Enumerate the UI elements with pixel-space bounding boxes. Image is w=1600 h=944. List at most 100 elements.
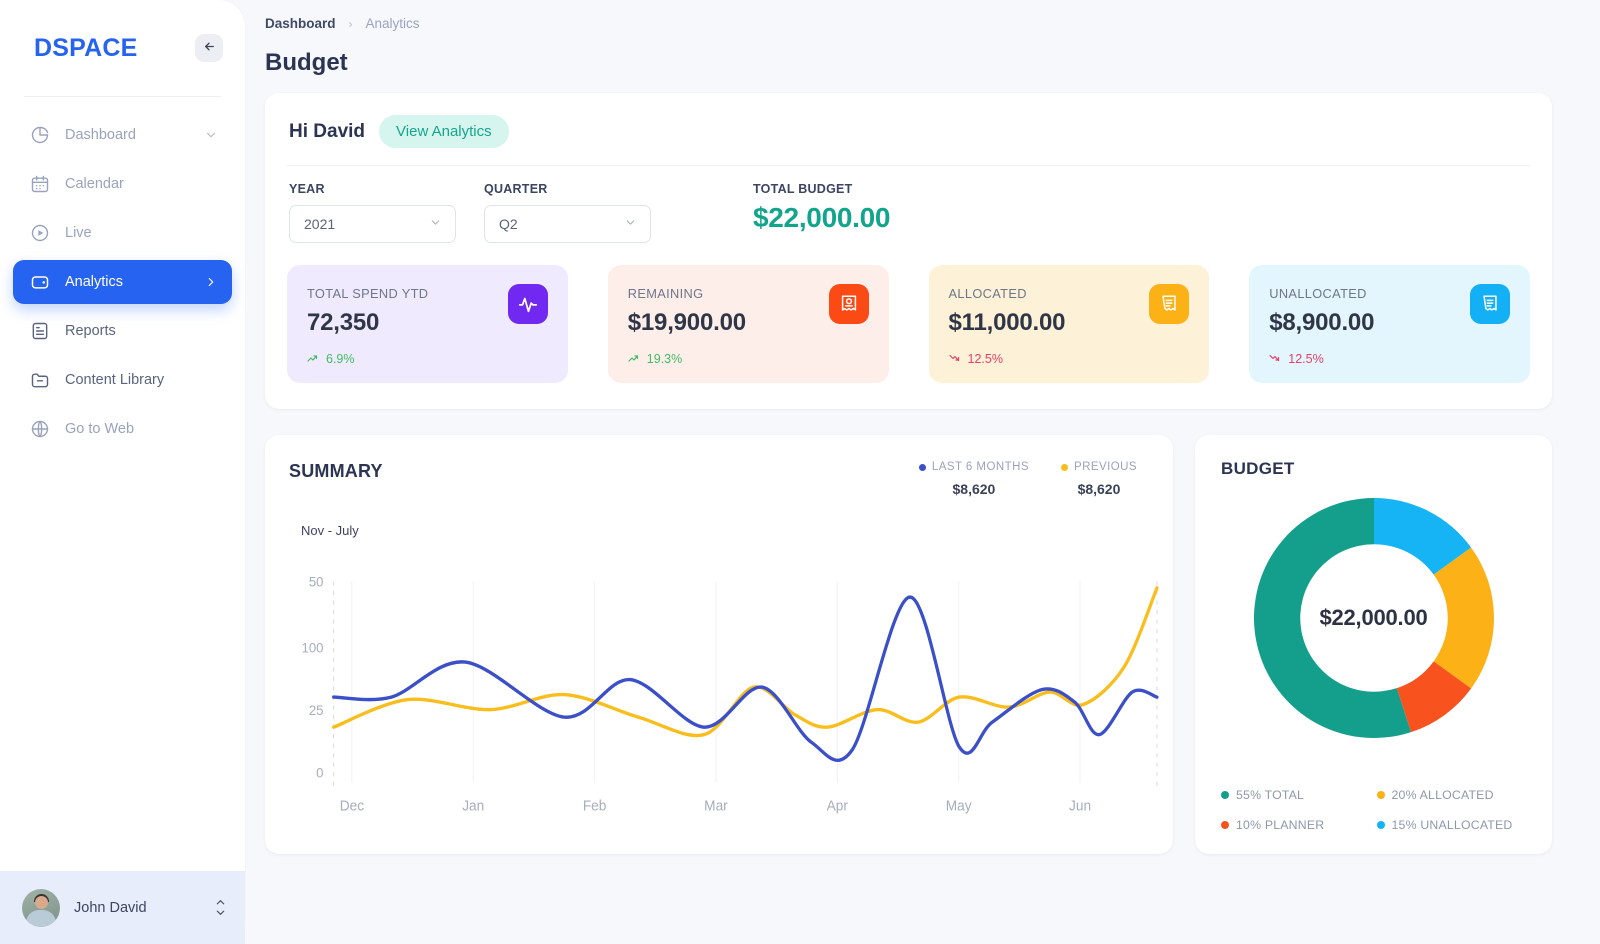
sidebar-item-calendar[interactable]: Calendar bbox=[13, 162, 232, 206]
budget-legend-label: 55% TOTAL bbox=[1236, 788, 1305, 802]
user-name: John David bbox=[74, 899, 147, 916]
activity-pulse-icon bbox=[507, 284, 548, 324]
stat-card-remaining[interactable]: REMAINING $19,900.00 19.3% bbox=[607, 265, 889, 383]
folder-minus-icon bbox=[29, 369, 51, 391]
donut-center-value: $22,000.00 bbox=[1319, 605, 1428, 630]
greeting-text: Hi David bbox=[289, 120, 366, 142]
sidebar-user-profile[interactable]: John David bbox=[0, 871, 245, 944]
sidebar: DSPACE Dashboard Calendar Live Analytics… bbox=[0, 0, 245, 944]
year-label: YEAR bbox=[289, 182, 325, 196]
arrow-left-icon bbox=[203, 40, 216, 56]
legend-dot-icon bbox=[1376, 821, 1385, 829]
budget-legend-item-unallocated[interactable]: 15% UNALLOCATED bbox=[1376, 818, 1533, 832]
budget-legend-label: 15% UNALLOCATED bbox=[1391, 818, 1513, 832]
stat-delta-value: 12.5% bbox=[967, 352, 1003, 366]
stat-delta-value: 6.9% bbox=[326, 352, 355, 366]
quarter-select[interactable]: Q2 bbox=[484, 205, 651, 243]
chevron-down-icon bbox=[429, 216, 442, 232]
stat-delta: 19.3% bbox=[628, 352, 869, 366]
calendar-icon bbox=[29, 173, 51, 195]
sidebar-item-go-to-web[interactable]: Go to Web bbox=[13, 407, 232, 451]
budget-legend-item-total[interactable]: 55% TOTAL bbox=[1221, 788, 1377, 802]
quarter-field: QUARTER Q2 bbox=[484, 182, 651, 243]
main-content: Dashboard › Analytics Budget Hi David Vi… bbox=[245, 0, 1600, 944]
stat-delta: 6.9% bbox=[307, 352, 548, 366]
sidebar-collapse-button[interactable] bbox=[195, 34, 223, 62]
trend-up-icon bbox=[628, 352, 641, 366]
sidebar-item-reports[interactable]: Reports bbox=[13, 309, 232, 353]
chevron-down-icon bbox=[624, 216, 637, 232]
legend-dot-icon bbox=[1221, 791, 1229, 799]
up-down-chevron-icon[interactable] bbox=[213, 899, 227, 916]
sidebar-item-label: Dashboard bbox=[65, 127, 136, 143]
document-icon bbox=[29, 320, 51, 342]
globe-icon bbox=[29, 418, 51, 440]
sidebar-item-analytics[interactable]: Analytics bbox=[13, 260, 232, 304]
view-analytics-button[interactable]: View Analytics bbox=[379, 115, 509, 148]
svg-text:50: 50 bbox=[309, 575, 324, 590]
svg-text:Dec: Dec bbox=[340, 797, 364, 813]
legend-dot-icon bbox=[918, 463, 926, 471]
legend-label-row: LAST 6 MONTHS bbox=[918, 461, 1029, 473]
stat-delta-value: 12.5% bbox=[1288, 352, 1324, 366]
svg-text:25: 25 bbox=[309, 703, 324, 718]
svg-text:100: 100 bbox=[302, 640, 324, 655]
stat-card-allocated[interactable]: ALLOCATED $11,000.00 12.5% bbox=[928, 265, 1210, 383]
quarter-value: Q2 bbox=[499, 216, 518, 232]
stat-delta: 12.5% bbox=[948, 352, 1190, 366]
legend-label: PREVIOUS bbox=[1073, 461, 1137, 473]
legend-value: $8,620 bbox=[952, 481, 996, 497]
sidebar-item-content-library[interactable]: Content Library bbox=[13, 358, 232, 402]
overview-panel: Hi David View Analytics YEAR 2021 QUARTE… bbox=[265, 93, 1552, 409]
sidebar-item-live[interactable]: Live bbox=[13, 211, 232, 255]
brand-logo: DSPACE bbox=[34, 33, 138, 62]
svg-text:Apr: Apr bbox=[827, 797, 849, 813]
quarter-label: QUARTER bbox=[484, 182, 548, 196]
summary-title: SUMMARY bbox=[289, 461, 383, 481]
receipt-lines-icon bbox=[1470, 284, 1510, 324]
sidebar-item-label: Go to Web bbox=[65, 421, 135, 437]
chevron-down-icon bbox=[204, 128, 218, 142]
receipt-lines-icon bbox=[1149, 284, 1190, 324]
year-field: YEAR 2021 bbox=[289, 182, 456, 243]
sidebar-item-label: Reports bbox=[65, 323, 116, 339]
stat-card-unallocated[interactable]: UNALLOCATED $8,900.00 12.5% bbox=[1249, 265, 1530, 383]
sidebar-item-label: Analytics bbox=[65, 274, 124, 290]
stat-delta: 12.5% bbox=[1269, 352, 1510, 366]
legend-label-row: PREVIOUS bbox=[1060, 461, 1137, 473]
page-title: Budget bbox=[265, 49, 348, 76]
legend-item-previous[interactable]: PREVIOUS $8,620 bbox=[1060, 461, 1137, 497]
budget-legend-item-planner[interactable]: 10% PLANNER bbox=[1221, 818, 1377, 832]
donut-chart[interactable]: $22,000.00 bbox=[1195, 487, 1552, 749]
summary-legend: LAST 6 MONTHS $8,620 PREVIOUS $8,620 bbox=[918, 461, 1145, 497]
trend-down-icon bbox=[1269, 352, 1282, 366]
sidebar-item-dashboard[interactable]: Dashboard bbox=[13, 113, 232, 157]
legend-item-last-6-months[interactable]: LAST 6 MONTHS $8,620 bbox=[918, 461, 1029, 497]
app-root: DSPACE Dashboard Calendar Live Analytics… bbox=[0, 0, 1600, 944]
year-value: 2021 bbox=[304, 216, 336, 232]
filters-row: YEAR 2021 QUARTER Q2 TOTAL BUDGET $22,00… bbox=[287, 166, 1530, 243]
year-select[interactable]: 2021 bbox=[289, 205, 456, 243]
summary-header: SUMMARY LAST 6 MONTHS $8,620 PREVIOUS $8… bbox=[289, 461, 1145, 497]
breadcrumb-root[interactable]: Dashboard bbox=[265, 16, 336, 31]
budget-legend-item-allocated[interactable]: 20% ALLOCATED bbox=[1376, 788, 1533, 802]
lower-row: SUMMARY LAST 6 MONTHS $8,620 PREVIOUS $8… bbox=[265, 435, 1552, 854]
sidebar-item-label: Live bbox=[65, 225, 92, 241]
breadcrumb-current[interactable]: Analytics bbox=[366, 16, 420, 31]
legend-label: LAST 6 MONTHS bbox=[931, 461, 1029, 473]
stat-cards: TOTAL SPEND YTD 72,350 6.9% REMAINING $1… bbox=[287, 265, 1530, 383]
trend-down-icon bbox=[948, 352, 962, 366]
sidebar-item-label: Calendar bbox=[65, 176, 124, 192]
legend-dot-icon bbox=[1221, 821, 1229, 829]
svg-text:Mar: Mar bbox=[704, 797, 728, 813]
stat-card-total-spend-ytd[interactable]: TOTAL SPEND YTD 72,350 6.9% bbox=[287, 265, 568, 383]
receipt-coin-icon bbox=[828, 284, 869, 324]
trend-up-icon bbox=[307, 352, 320, 366]
line-chart[interactable]: 0 25 50 100 Dec Jan Feb Mar Apr May Jun bbox=[287, 575, 1159, 840]
total-budget-value: $22,000.00 bbox=[753, 202, 891, 233]
stat-delta-value: 19.3% bbox=[646, 352, 683, 366]
svg-text:Jan: Jan bbox=[462, 797, 484, 813]
wallet-icon bbox=[29, 271, 51, 293]
legend-dot-icon bbox=[1060, 463, 1068, 471]
budget-legend: 55% TOTAL 20% ALLOCATED 10% PLANNER 15% … bbox=[1221, 788, 1532, 832]
